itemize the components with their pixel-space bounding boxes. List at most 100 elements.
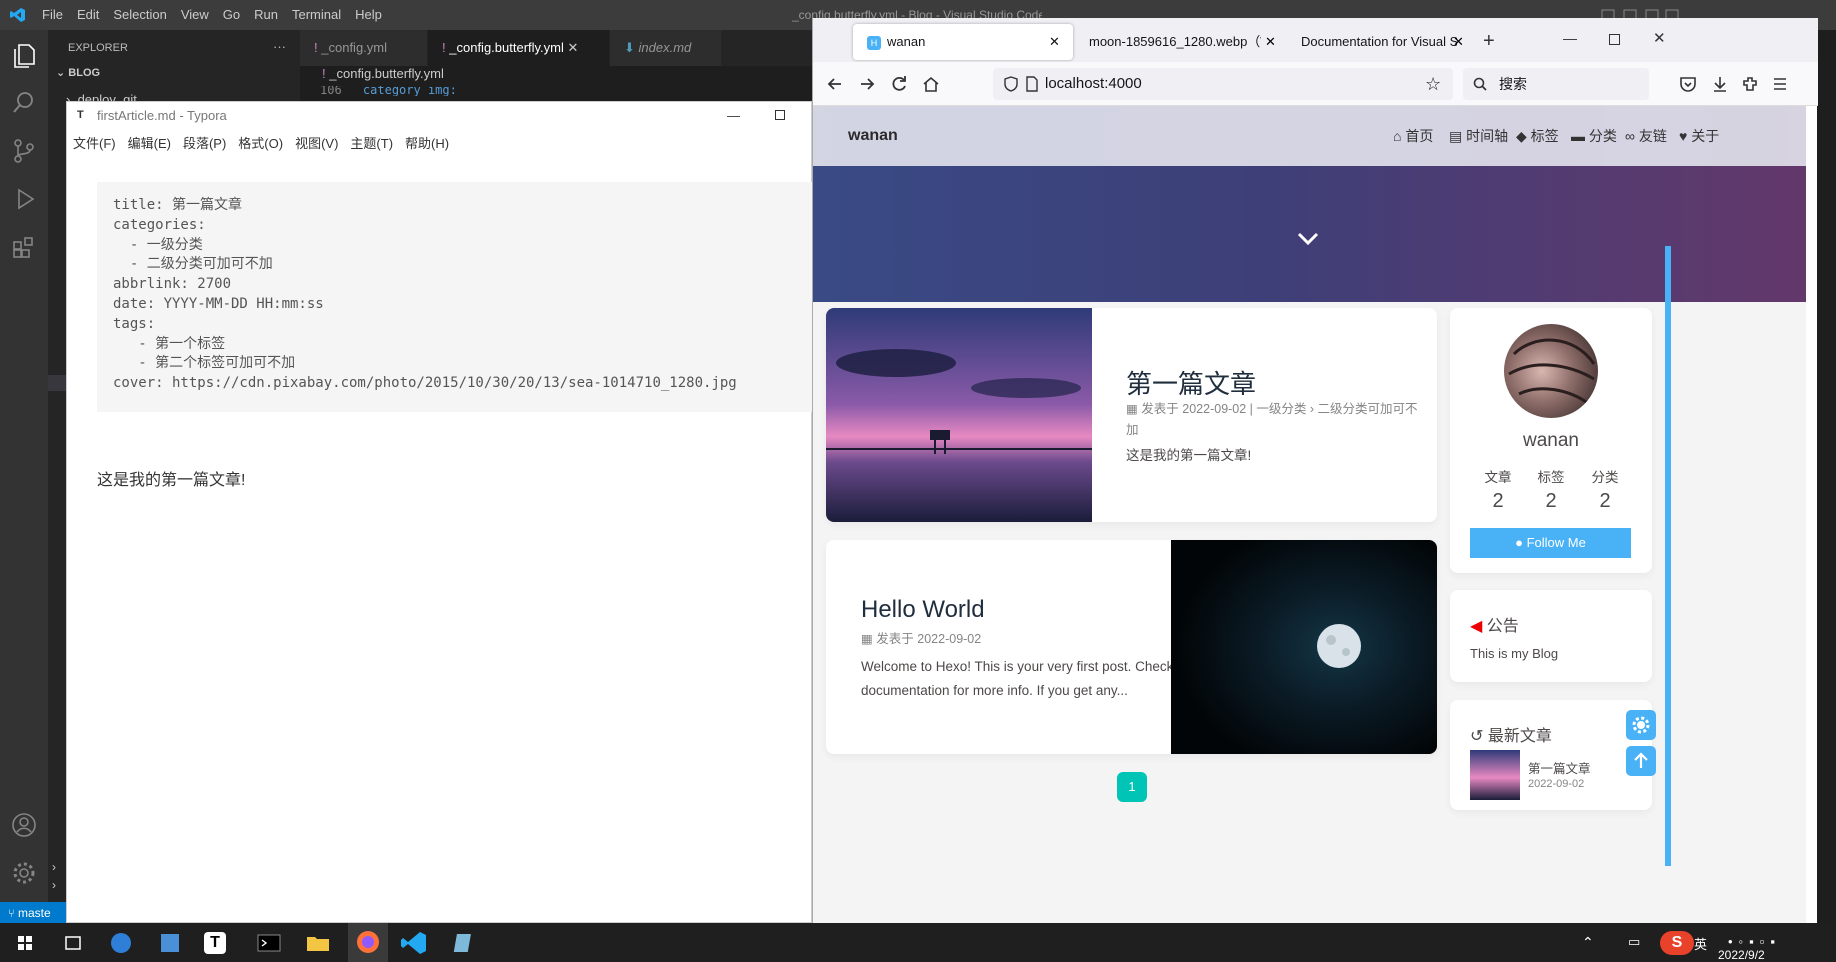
post-title[interactable]: 第一篇文章 — [1126, 364, 1256, 401]
back-to-top-button[interactable] — [1626, 746, 1656, 776]
pocket-icon[interactable] — [1679, 75, 1697, 93]
extensions-icon[interactable] — [1741, 75, 1759, 93]
file-explorer-icon[interactable] — [303, 928, 333, 958]
tray-chevron-up-icon[interactable]: ⌃ — [1582, 934, 1594, 951]
stat-tags[interactable]: 标签 2 — [1521, 466, 1581, 513]
scroll-down-icon[interactable] — [1296, 231, 1320, 247]
menu-edit[interactable]: 编辑(E) — [128, 136, 171, 151]
nav-timeline[interactable]: ▤ 时间轴 — [1449, 127, 1508, 145]
tab-config-yml[interactable]: ! _config.yml — [300, 30, 428, 66]
avatar[interactable] — [1504, 324, 1598, 418]
firefox-taskbar-icon[interactable] — [348, 923, 388, 962]
new-tab-button[interactable]: + — [1483, 30, 1495, 53]
menu-run[interactable]: Run — [254, 7, 278, 22]
notification-icon[interactable]: ▭ — [1628, 934, 1640, 950]
shield-icon[interactable] — [1003, 76, 1019, 92]
menu-theme[interactable]: 主题(T) — [350, 136, 393, 151]
tab-index-md[interactable]: ⬇ index.md — [610, 30, 722, 66]
page-scrollbar[interactable] — [1665, 246, 1671, 866]
run-debug-icon[interactable] — [11, 186, 37, 212]
stat-articles[interactable]: 文章 2 — [1468, 466, 1528, 513]
post-meta-line[interactable]: 发表于 2022-09-02 | 一级分类 › 二级分类可加可不 — [1141, 402, 1417, 416]
files-icon[interactable] — [11, 42, 37, 68]
bookmark-star-icon[interactable]: ☆ — [1425, 68, 1441, 100]
post-card-1[interactable]: 第一篇文章 ▦ 发表于 2022-09-02 | 一级分类 › 二级分类可加可不… — [826, 308, 1437, 522]
pager-current[interactable]: 1 — [1117, 772, 1147, 802]
vscode-taskbar-icon[interactable] — [400, 928, 430, 958]
chevron-right-icon[interactable]: › — [52, 878, 56, 892]
downloads-icon[interactable] — [1711, 75, 1729, 93]
app-icon[interactable] — [106, 928, 136, 958]
follow-me-button[interactable]: ● Follow Me — [1470, 528, 1631, 558]
post-title[interactable]: Hello World — [861, 596, 985, 624]
search-field[interactable]: 搜索 — [1463, 68, 1649, 100]
nav-home[interactable]: ⌂ 首页 — [1393, 127, 1433, 145]
menu-file[interactable]: 文件(F) — [73, 136, 116, 151]
close-icon[interactable]: ✕ — [568, 40, 579, 55]
extensions-icon[interactable] — [11, 234, 37, 260]
menu-go[interactable]: Go — [223, 7, 240, 22]
recent-thumb[interactable] — [1470, 750, 1520, 800]
close-window-icon[interactable]: ✕ — [1653, 29, 1666, 47]
app-icon[interactable] — [450, 928, 480, 958]
windows-start-icon[interactable] — [10, 928, 40, 958]
post-meta-wrap[interactable]: 加 — [1126, 418, 1139, 442]
nav-categories[interactable]: ▬ 分类 — [1571, 127, 1617, 145]
close-icon[interactable]: ✕ — [1261, 34, 1276, 50]
back-icon[interactable] — [825, 74, 845, 94]
settings-gear-icon[interactable] — [11, 860, 37, 886]
hamburger-menu-icon[interactable] — [1771, 75, 1789, 93]
menu-view[interactable]: View — [181, 7, 209, 22]
folder-blog[interactable]: ⌄ BLOG — [56, 66, 100, 79]
chevron-right-icon[interactable]: › — [52, 860, 56, 874]
settings-button[interactable] — [1626, 710, 1656, 740]
minimize-icon[interactable]: — — [727, 102, 740, 130]
reload-icon[interactable] — [889, 74, 909, 94]
forward-icon[interactable] — [857, 74, 877, 94]
tab-wanan[interactable]: Hwanan ✕ — [853, 24, 1073, 60]
tab-documentation[interactable]: Documentation for Visual Stu — [1287, 24, 1457, 60]
menu-view[interactable]: 视图(V) — [295, 136, 338, 151]
tab-moon-image[interactable]: moon-1859616_1280.webp（WE — [1075, 24, 1275, 60]
site-name[interactable]: wanan — [848, 106, 898, 166]
search-icon[interactable] — [11, 90, 37, 116]
maximize-icon[interactable] — [1609, 34, 1620, 45]
post-cover-moon[interactable] — [1171, 540, 1437, 754]
notepad-icon[interactable] — [155, 928, 185, 958]
explorer-more-button[interactable]: ··· — [273, 39, 286, 54]
maximize-icon[interactable] — [775, 110, 785, 120]
typora-taskbar-icon[interactable]: T — [204, 932, 226, 954]
post-cover-sunset[interactable] — [826, 308, 1092, 522]
ime-lang[interactable]: 英 — [1694, 934, 1707, 953]
menu-terminal[interactable]: Terminal — [292, 7, 341, 22]
nav-links[interactable]: ∞ 友链 — [1625, 127, 1667, 145]
article-body[interactable]: 这是我的第一篇文章! — [97, 466, 245, 490]
recent-post-title[interactable]: 第一篇文章 — [1528, 758, 1591, 777]
home-icon[interactable] — [921, 74, 941, 94]
clock-date[interactable]: 2022/9/2 — [1718, 948, 1765, 962]
close-icon[interactable]: ✕ — [1453, 34, 1464, 50]
status-bar-branch[interactable]: ⑂ maste — [0, 902, 66, 924]
sogou-ime-icon[interactable]: S — [1660, 931, 1694, 955]
nav-about[interactable]: ♥ 关于 — [1679, 127, 1719, 145]
stat-categories[interactable]: 分类 2 — [1575, 466, 1635, 513]
task-view-icon[interactable] — [58, 928, 88, 958]
nav-tags[interactable]: ◆ 标签 — [1516, 127, 1559, 145]
tab-config-butterfly-yml[interactable]: ! _config.butterfly.yml ✕ — [428, 30, 610, 66]
accounts-icon[interactable] — [11, 812, 37, 838]
menu-edit[interactable]: Edit — [77, 7, 99, 22]
source-control-icon[interactable] — [11, 138, 37, 164]
url-bar[interactable]: localhost:4000 ☆ — [993, 68, 1453, 100]
menu-selection[interactable]: Selection — [113, 7, 166, 22]
breadcrumb-file[interactable]: _config.butterfly.yml — [329, 66, 444, 81]
tray-icons[interactable]: •◦▪▫▪ — [1728, 934, 1781, 949]
menu-paragraph[interactable]: 段落(P) — [183, 136, 226, 151]
menu-file[interactable]: File — [42, 7, 63, 22]
front-matter-block[interactable]: title: 第一篇文章 categories: - 一级分类 - 二级分类可加… — [97, 182, 813, 412]
minimize-icon[interactable]: — — [1563, 30, 1577, 46]
post-card-2[interactable]: Hello World ▦ 发表于 2022-09-02 Welcome to … — [826, 540, 1437, 754]
terminal-icon[interactable] — [254, 928, 284, 958]
menu-format[interactable]: 格式(O) — [238, 136, 283, 151]
close-icon[interactable]: ✕ — [1049, 24, 1060, 60]
menu-help[interactable]: 帮助(H) — [405, 136, 449, 151]
